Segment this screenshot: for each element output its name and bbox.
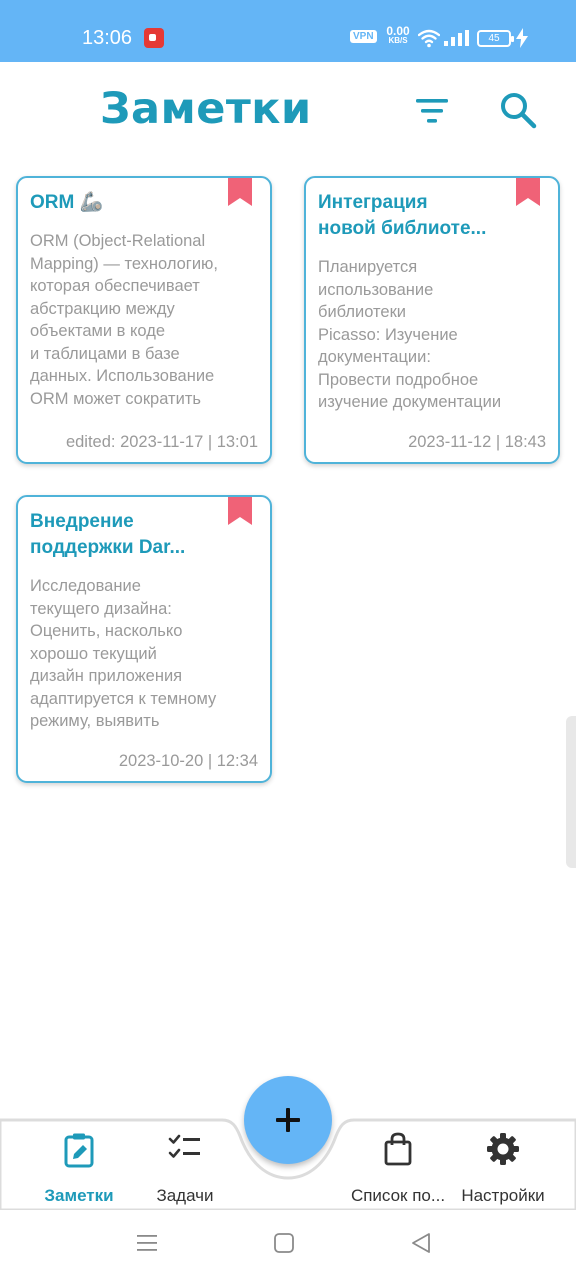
note-body: ORM (Object-Relational Mapping) — технол… [30, 232, 219, 408]
checklist-icon [168, 1134, 200, 1158]
nav-label-settings: Настройки [461, 1186, 545, 1205]
nav-item-settings[interactable]: Настройки [454, 1124, 552, 1205]
note-title: Внедрение поддержки Dar... [30, 511, 186, 558]
nav-item-notes[interactable]: Заметки [32, 1124, 126, 1205]
status-bar: 13:06 VPN 0.00 KB/S 45 [0, 0, 576, 62]
note-date: 2023-10-20 | 12:34 [118, 752, 258, 770]
note-card[interactable]: ORM 🦾 ORM (Object-Relational Mapping) — … [16, 176, 272, 464]
bookmark-icon[interactable] [228, 176, 252, 206]
nav-label-notes: Заметки [44, 1186, 114, 1205]
wifi-icon [418, 29, 440, 48]
search-icon [501, 93, 537, 129]
net-speed-value: 0.00 [386, 24, 410, 38]
filter-button[interactable] [410, 92, 454, 132]
signal-icon [444, 30, 469, 46]
search-button[interactable] [496, 88, 540, 132]
add-note-button[interactable] [244, 1076, 332, 1164]
note-card[interactable]: Внедрение поддержки Dar... Исследование … [16, 495, 272, 783]
note-date: edited: 2023-11-17 | 13:01 [65, 433, 258, 451]
back-icon[interactable] [410, 1232, 432, 1254]
nav-item-tasks[interactable]: Задачи [142, 1124, 228, 1205]
home-icon[interactable] [273, 1232, 295, 1254]
charging-bolt-icon [516, 28, 528, 48]
filter-icon [416, 99, 448, 123]
net-speed: 0.00 KB/S [382, 24, 414, 46]
screen-record-icon [144, 28, 164, 48]
scroll-handle[interactable] [566, 716, 576, 868]
vpn-badge: VPN [350, 30, 377, 43]
note-body: Исследование текущего дизайна: Оценить, … [30, 577, 217, 730]
nav-label-shopping-list: Список по... [350, 1186, 446, 1205]
bookmark-icon[interactable] [516, 176, 540, 206]
shopping-bag-icon [384, 1132, 412, 1166]
menu-icon[interactable] [136, 1232, 158, 1254]
plus-icon [276, 1108, 300, 1132]
note-body: Планируется использование библиотеки Pic… [318, 258, 502, 411]
nav-item-shopping-list[interactable]: Список по... [344, 1124, 452, 1205]
note-edit-icon [64, 1133, 94, 1168]
battery-icon: 45 [477, 30, 514, 47]
note-date: 2023-11-12 | 18:43 [408, 433, 546, 451]
note-title: Интеграция новой библиоте... [318, 192, 487, 239]
page-title: Заметки [100, 84, 312, 134]
note-card[interactable]: Интеграция новой библиоте... Планируется… [304, 176, 560, 464]
nav-label-tasks: Задачи [156, 1186, 214, 1205]
note-title: ORM 🦾 [30, 192, 104, 213]
system-nav-bar [0, 1210, 576, 1280]
status-time: 13:06 [82, 27, 133, 49]
bookmark-icon[interactable] [228, 495, 252, 525]
gear-icon [487, 1133, 519, 1165]
